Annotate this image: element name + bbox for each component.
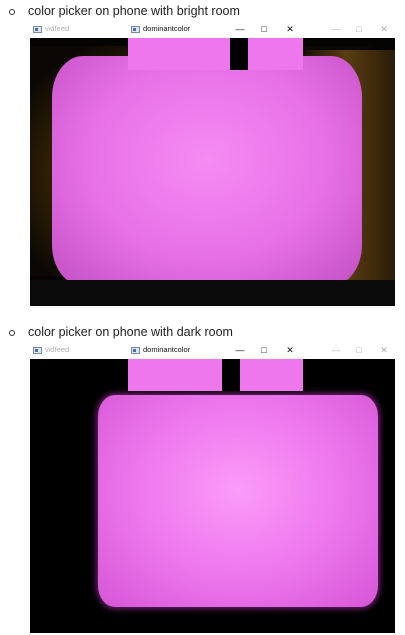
secondary-color-swatch [240,359,303,391]
window-title: dominantcolor [143,345,191,354]
dominantcolor-window: dominantcolor — □ ✕ [128,22,303,70]
app-icon [33,347,42,354]
window-title: vidfeed [45,345,70,354]
dominantcolor-titlebar[interactable]: dominantcolor — □ ✕ [128,343,303,359]
swatch-area [128,359,303,391]
dominant-color-swatch [128,38,230,70]
app-icon [131,26,140,33]
close-button[interactable]: ✕ [283,23,297,35]
window-title: vidfeed [45,24,70,33]
bottom-strip [30,280,395,306]
list-item-bright-room: color picker on phone with bright room [0,2,405,22]
close-button[interactable]: ✕ [377,23,391,35]
maximize-button[interactable]: □ [257,23,271,35]
dominantcolor-titlebar[interactable]: dominantcolor — □ ✕ [128,22,303,38]
maximize-button[interactable]: □ [352,23,366,35]
secondary-color-swatch [248,38,303,70]
bullet-icon [9,9,15,15]
app-icon [33,26,42,33]
phone-screen [98,395,378,607]
close-button[interactable]: ✕ [377,344,391,356]
caption: color picker on phone with dark room [28,325,233,339]
app-icon [131,347,140,354]
dominantcolor-window: dominantcolor — □ ✕ [128,343,303,391]
dominant-color-swatch [128,359,222,391]
maximize-button[interactable]: □ [352,344,366,356]
swatch-area [128,38,303,70]
window-title: dominantcolor [143,24,191,33]
video-feed [30,359,395,633]
list-item-dark-room: color picker on phone with dark room [0,323,405,343]
phone-screen [52,56,362,286]
video-feed [30,38,395,306]
bullet-icon [9,330,15,336]
minimize-button[interactable]: — [329,23,343,35]
minimize-button[interactable]: — [233,344,247,356]
close-button[interactable]: ✕ [283,344,297,356]
maximize-button[interactable]: □ [257,344,271,356]
caption: color picker on phone with bright room [28,4,240,18]
minimize-button[interactable]: — [233,23,247,35]
minimize-button[interactable]: — [329,344,343,356]
